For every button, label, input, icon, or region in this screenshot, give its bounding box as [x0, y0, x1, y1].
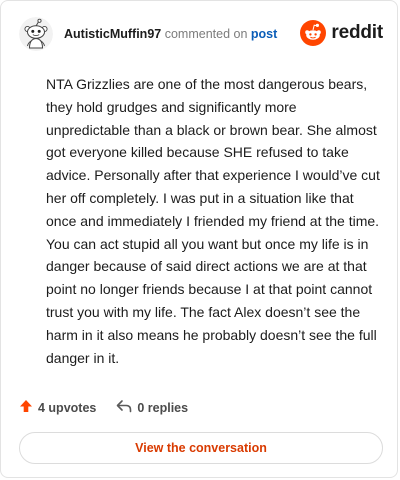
commented-on-text: commented on — [164, 27, 248, 41]
view-conversation-button[interactable]: View the conversation — [19, 432, 383, 464]
comment-body: NTA Grizzlies are one of the most danger… — [46, 76, 380, 366]
reply-arrow-icon — [116, 399, 132, 416]
reddit-logo[interactable]: reddit — [300, 19, 383, 47]
reply-button[interactable]: 0 replies — [116, 399, 188, 416]
upvote-arrow-icon — [19, 399, 33, 416]
upvote-button[interactable]: 4 upvotes — [19, 399, 96, 416]
upvote-count: 4 upvotes — [38, 400, 97, 415]
comment-meta: AutisticMuffin97 commented on post — [64, 27, 277, 41]
comment-actions: 4 upvotes 0 replies — [19, 399, 188, 416]
username[interactable]: AutisticMuffin97 — [64, 27, 161, 41]
user-avatar[interactable] — [19, 17, 53, 51]
avatar-snoo-icon — [19, 17, 53, 51]
reddit-snoo-icon — [300, 20, 327, 46]
post-link[interactable]: post — [251, 27, 277, 41]
comment-header: AutisticMuffin97 commented on post reddi… — [19, 17, 383, 51]
reply-count: 0 replies — [137, 400, 189, 415]
reddit-wordmark: reddit — [331, 22, 383, 43]
comment-card: AutisticMuffin97 commented on post reddi… — [0, 0, 398, 478]
